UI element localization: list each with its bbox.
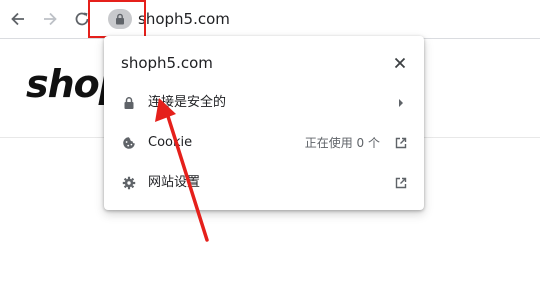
back-button[interactable] xyxy=(8,9,28,29)
connection-secure-label: 连接是安全的 xyxy=(148,95,227,110)
chevron-right-icon xyxy=(399,99,403,107)
arrow-right-icon xyxy=(44,12,57,26)
connection-secure-row[interactable]: 连接是安全的 xyxy=(104,83,424,123)
forward-button[interactable] xyxy=(40,9,60,29)
site-info-popup: shoph5.com 连接是安全的 Cookie 正在使用 0 个 网站设置 xyxy=(104,36,424,210)
gear-icon xyxy=(122,176,136,190)
close-icon[interactable] xyxy=(392,55,408,71)
url-text[interactable]: shoph5.com xyxy=(138,9,230,29)
external-link-icon xyxy=(395,137,407,149)
lock-icon xyxy=(124,97,134,109)
site-settings-row[interactable]: 网站设置 xyxy=(104,163,424,203)
cookie-icon xyxy=(123,137,135,149)
external-link-icon xyxy=(395,177,407,189)
popup-title: shoph5.com xyxy=(121,54,213,72)
site-settings-label: 网站设置 xyxy=(148,175,201,190)
address-bar[interactable]: shoph5.com xyxy=(88,4,540,34)
cookie-row[interactable]: Cookie 正在使用 0 个 xyxy=(104,123,424,163)
arrow-left-icon xyxy=(11,12,24,26)
browser-toolbar: shoph5.com xyxy=(0,0,540,39)
cookie-status: 正在使用 0 个 xyxy=(304,136,380,150)
cookie-label: Cookie xyxy=(148,135,193,150)
annotation-highlight-box xyxy=(88,0,146,38)
